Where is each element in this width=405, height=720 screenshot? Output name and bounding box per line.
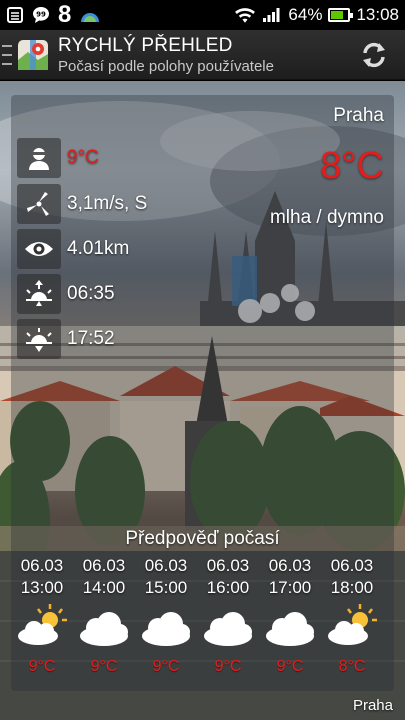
footer-city-label: Praha xyxy=(352,697,393,714)
forecast-item[interactable]: 06.03 14:00 9°C xyxy=(75,555,133,676)
forecast-time: 13:00 xyxy=(20,578,64,597)
forecast-temp: 9°C xyxy=(152,658,180,675)
status-bar: 99 8 64% 13:08 xyxy=(0,0,405,30)
forecast-item[interactable]: 06.03 17:00 9°C xyxy=(261,555,319,676)
detail-row-feels-like: 9°C xyxy=(17,136,99,180)
cloud-icon xyxy=(204,612,252,646)
chat-bubble-icon: 99 xyxy=(33,7,49,23)
forecast-time: 15:00 xyxy=(144,578,188,597)
detail-row-wind: 3,1m/s, S xyxy=(17,182,147,226)
current-temperature: 8°C xyxy=(320,145,384,187)
wind-value: 3,1m/s, S xyxy=(67,193,148,214)
forecast-date: 06.03 xyxy=(330,556,374,575)
notification-badge-number: 8 xyxy=(58,1,72,28)
forecast-item[interactable]: 06.03 13:00 9°C xyxy=(13,555,71,676)
battery-fill xyxy=(331,11,343,19)
battery-percentage: 64% xyxy=(288,5,323,24)
forecast-date: 06.03 xyxy=(206,556,250,575)
signal-icon xyxy=(263,8,280,22)
forecast-temp: 9°C xyxy=(90,658,118,675)
sunrise-value: 06:35 xyxy=(67,283,115,304)
app-action-bar: RYCHLÝ PŘEHLED Počasí podle polohy použí… xyxy=(0,30,405,80)
svg-text:99: 99 xyxy=(36,11,46,19)
eye-icon xyxy=(25,242,53,256)
partly-sunny-icon xyxy=(18,604,67,645)
forecast-time: 14:00 xyxy=(82,578,126,597)
current-condition: mlha / dymno xyxy=(269,207,384,228)
app-title: RYCHLÝ PŘEHLED xyxy=(58,34,233,56)
app-subtitle: Počasí podle polohy používatele xyxy=(58,57,274,75)
detail-row-visibility: 4.01km xyxy=(17,227,129,271)
forecast-temp: 9°C xyxy=(214,658,242,675)
forecast-date: 06.03 xyxy=(268,556,312,575)
forecast-time: 16:00 xyxy=(206,578,250,597)
weather-card: Praha 8°C mlha / dymno 9°C 3,1m/s, S 4.0… xyxy=(11,95,394,691)
current-city: Praha xyxy=(333,105,384,126)
forecast-temp: 9°C xyxy=(28,658,56,675)
forecast-time: 17:00 xyxy=(268,578,312,597)
detail-row-sunset: 17:52 xyxy=(17,317,115,361)
feels-like-value: 9°C xyxy=(67,147,99,168)
battery-icon xyxy=(328,8,354,22)
sunrise-icon xyxy=(26,280,52,306)
forecast-date: 06.03 xyxy=(82,556,126,575)
forecast-title: Předpověď počasí xyxy=(125,528,280,549)
forecast-time: 18:00 xyxy=(330,578,374,597)
app-logo-icon[interactable] xyxy=(16,38,50,72)
drawer-indicator-icon[interactable] xyxy=(2,44,12,65)
refresh-icon[interactable] xyxy=(359,40,389,70)
visibility-value: 4.01km xyxy=(67,238,130,259)
partly-sunny-icon xyxy=(328,604,377,645)
weather-app-icon xyxy=(81,13,100,22)
wifi-icon xyxy=(235,8,256,23)
sunset-icon xyxy=(26,328,52,352)
cloud-icon xyxy=(266,612,314,646)
cloud-icon xyxy=(142,612,190,646)
forecast-item[interactable]: 06.03 16:00 9°C xyxy=(199,555,257,676)
calendar-icon xyxy=(7,7,23,23)
forecast-date: 06.03 xyxy=(144,556,188,575)
forecast-date: 06.03 xyxy=(20,556,64,575)
forecast-item[interactable]: 06.03 15:00 9°C xyxy=(137,555,195,676)
sunset-value: 17:52 xyxy=(67,328,115,349)
forecast-strip[interactable]: 06.03 13:00 9°C 06.03 14:00 9°C 06.03 15… xyxy=(11,555,394,691)
cloud-icon xyxy=(80,612,128,646)
forecast-temp: 9°C xyxy=(276,658,304,675)
clock: 13:08 xyxy=(356,5,399,24)
person-icon xyxy=(29,148,49,170)
wind-icon xyxy=(27,192,49,216)
forecast-temp: 8°C xyxy=(338,658,366,675)
forecast-item[interactable]: 06.03 18:00 8°C xyxy=(323,555,381,676)
detail-row-sunrise: 06:35 xyxy=(17,272,115,316)
